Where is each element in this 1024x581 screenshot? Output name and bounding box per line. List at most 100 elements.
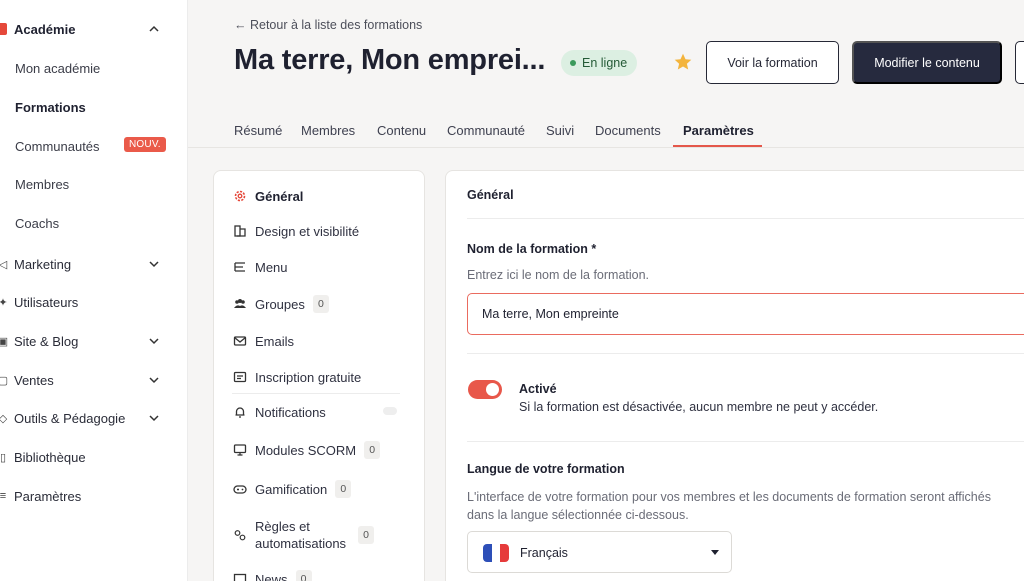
section-divider [467,441,1024,442]
sidebar-item-communautes[interactable]: Communautés [15,139,100,154]
form-icon [232,369,248,385]
settings-menu-general[interactable]: Général [232,185,303,207]
settings-menu-groupes[interactable]: Groupes 0 [232,293,329,315]
chevron-down-icon[interactable] [148,335,160,347]
sidebar-section-label: Utilisateurs [14,294,79,310]
chevron-down-icon[interactable] [148,258,160,270]
section-title: Général [467,188,514,202]
settings-menu-notifications[interactable]: Notifications [232,401,326,423]
tools-icon: ◇ [0,412,8,425]
count-badge: 0 [335,480,352,498]
tab-communaute[interactable]: Communauté [447,123,525,138]
settings-menu-design[interactable]: Design et visibilité [232,220,359,242]
active-toggle-description: Si la formation est désactivée, aucun me… [519,400,879,414]
megaphone-icon: ◁ [0,258,8,271]
settings-menu-inscription[interactable]: Inscription gratuite [232,366,361,388]
tab-membres[interactable]: Membres [301,123,355,138]
sidebar-section-ventes[interactable]: ▢ Ventes [0,365,188,395]
course-name-label: Nom de la formation * [467,242,597,256]
chevron-up-icon[interactable] [148,23,160,35]
menu-label: Notifications [255,404,326,420]
chevron-down-icon[interactable] [148,412,160,424]
tab-resume[interactable]: Résumé [234,123,282,138]
language-help-line2: dans la langue sélectionnée ci-dessous. [467,508,689,522]
view-course-button[interactable]: Voir la formation [706,41,839,84]
settings-menu-gamification[interactable]: Gamification 0 [232,478,352,500]
sidebar-section-outils[interactable]: ◇ Outils & Pédagogie [0,403,188,433]
sidebar-section-utilisateurs[interactable]: ✦ Utilisateurs [0,287,188,317]
france-flag-icon [483,544,509,562]
active-toggle-title: Activé [519,382,557,396]
settings-menu-regles[interactable]: Règles et automatisations 0 [232,517,375,553]
menu-label: Menu [255,259,288,275]
sidebar-section-label: Paramètres [14,488,82,504]
notifications-toggle[interactable] [383,407,397,415]
language-select-value: Français [520,546,568,560]
menu-label: Design et visibilité [255,223,360,239]
page-title: Ma terre, Mon emprei... [234,44,546,76]
news-icon [232,571,248,581]
tab-documents[interactable]: Documents [595,123,661,138]
settings-menu-menu[interactable]: Menu [232,256,288,278]
language-label: Langue de votre formation [467,462,625,476]
course-name-help: Entrez ici le nom de la formation. [467,268,650,282]
course-name-input[interactable] [467,293,1024,335]
language-select[interactable]: Français [467,531,732,573]
sidebar-section-marketing[interactable]: ◁ Marketing [0,249,188,279]
menu-label: Général [255,188,304,204]
section-divider [467,218,1024,219]
star-icon[interactable] [673,52,693,72]
sales-icon: ▢ [0,374,9,387]
sidebar-section-label: Bibliothèque [14,449,86,465]
sidebar-section-label: Ventes [14,372,54,388]
bell-icon [232,404,248,420]
active-toggle[interactable] [468,380,502,399]
sidebar-item-coachs[interactable]: Coachs [15,216,59,231]
tabs-divider [188,147,1024,148]
active-tab-indicator [673,145,762,147]
left-sidebar: Académie Mon académie Formations Communa… [0,0,188,581]
settings-menu-scorm[interactable]: Modules SCORM 0 [232,439,381,461]
sidebar-item-membres[interactable]: Membres [15,177,69,192]
caret-down-icon [711,550,719,555]
status-label: En ligne [582,56,628,70]
back-to-list-link[interactable]: ← Retour à la liste des formations [234,18,422,32]
sidebar-section-site-blog[interactable]: ▣ Site & Blog [0,326,188,356]
menu-label: Emails [255,333,295,349]
sidebar-item-formations[interactable]: Formations [15,100,86,115]
chevron-down-icon[interactable] [148,374,160,386]
menu-label: Groupes [255,296,305,312]
sidebar-section-label: Outils & Pédagogie [14,410,126,426]
menu-label: Modules SCORM [255,442,357,458]
sidebar-item-mon-academie[interactable]: Mon académie [15,61,100,76]
menu-label: News [255,571,288,581]
gamepad-icon [232,481,248,497]
library-icon: ▯ [0,451,7,464]
settings-menu-news[interactable]: News 0 [232,568,312,581]
gear-icon [232,188,248,204]
rules-icon [232,527,248,543]
sidebar-section-label: Marketing [14,256,72,272]
count-badge: 0 [364,441,381,459]
site-icon: ▣ [0,335,9,348]
new-badge: NOUV. [124,137,166,152]
count-badge: 0 [358,526,375,544]
settings-icon: ≡ [0,490,7,502]
settings-menu-emails[interactable]: Emails [232,330,294,352]
menu-label: Règles et [255,519,310,534]
edit-content-button[interactable]: Modifier le contenu [852,41,1002,84]
tab-contenu[interactable]: Contenu [377,123,426,138]
sidebar-section-parametres[interactable]: ≡ Paramètres [0,481,188,511]
sidebar-section-academie[interactable]: Académie [0,14,188,44]
language-help-line1: L'interface de votre formation pour vos … [467,490,991,504]
tab-suivi[interactable]: Suivi [546,123,574,138]
users-icon: ✦ [0,296,8,309]
menu-label-line2: automatisations [255,536,347,551]
menu-divider [232,393,400,394]
more-button[interactable] [1015,41,1024,84]
tab-parametres[interactable]: Paramètres [683,123,754,138]
menu-label: Inscription gratuite [255,369,362,385]
count-badge: 0 [295,570,312,581]
sidebar-section-bibliotheque[interactable]: ▯ Bibliothèque [0,442,188,472]
sidebar-section-label: Académie [14,21,76,37]
